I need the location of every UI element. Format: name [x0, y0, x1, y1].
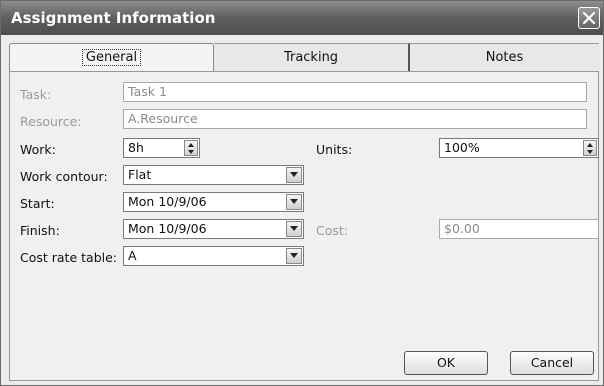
- finish-date-select[interactable]: Mon 10/9/06: [123, 219, 304, 239]
- tab-general[interactable]: General: [9, 43, 214, 71]
- dialog-title: Assignment Information: [11, 9, 216, 27]
- dropdown-button[interactable]: [286, 194, 302, 210]
- tab-notes-label: Notes: [485, 50, 524, 65]
- start-value: Mon 10/9/06: [128, 194, 207, 209]
- general-panel: Task: Task 1 Resource: A.Resource Work: …: [9, 71, 599, 381]
- task-label: Task:: [20, 87, 52, 102]
- spin-down-icon: [188, 150, 194, 154]
- title-bar: Assignment Information: [1, 1, 603, 35]
- units-value: 100%: [444, 140, 480, 155]
- work-contour-label: Work contour:: [20, 169, 108, 184]
- tab-strip: General Tracking Notes: [9, 43, 599, 71]
- units-input[interactable]: 100%: [439, 138, 599, 158]
- ok-button[interactable]: OK: [404, 351, 488, 375]
- cost-rate-table-value: A: [128, 248, 137, 263]
- tab-general-label: General: [81, 49, 142, 66]
- work-spinner[interactable]: [184, 140, 198, 156]
- close-button[interactable]: [578, 7, 600, 29]
- work-contour-select[interactable]: Flat: [123, 165, 304, 185]
- units-label: Units:: [316, 142, 353, 157]
- chevron-down-icon: [290, 253, 298, 258]
- start-label: Start:: [20, 196, 55, 211]
- assignment-information-dialog: Assignment Information General Tracking …: [0, 0, 604, 386]
- chevron-down-icon: [290, 172, 298, 177]
- work-label: Work:: [20, 142, 56, 157]
- task-field: Task 1: [123, 82, 587, 102]
- finish-label: Finish:: [20, 223, 60, 238]
- cost-rate-table-label: Cost rate table:: [20, 250, 117, 265]
- tab-tracking-label: Tracking: [283, 50, 339, 65]
- cost-field: $0.00: [439, 219, 599, 239]
- finish-value: Mon 10/9/06: [128, 221, 207, 236]
- units-spinner[interactable]: [583, 140, 597, 156]
- tab-notes[interactable]: Notes: [410, 43, 599, 71]
- cancel-button[interactable]: Cancel: [510, 351, 594, 375]
- work-value: 8h: [128, 140, 144, 155]
- spin-up-icon: [587, 143, 593, 147]
- work-contour-value: Flat: [128, 167, 152, 182]
- spin-down-icon: [587, 150, 593, 154]
- chevron-down-icon: [290, 199, 298, 204]
- resource-label: Resource:: [20, 114, 82, 129]
- close-icon: [582, 11, 596, 25]
- dropdown-button[interactable]: [286, 221, 302, 237]
- work-input[interactable]: 8h: [123, 138, 200, 158]
- dropdown-button[interactable]: [286, 167, 302, 183]
- cost-rate-table-select[interactable]: A: [123, 246, 304, 266]
- start-date-select[interactable]: Mon 10/9/06: [123, 192, 304, 212]
- dropdown-button[interactable]: [286, 248, 302, 264]
- cost-label: Cost:: [316, 223, 349, 238]
- chevron-down-icon: [290, 226, 298, 231]
- tab-tracking[interactable]: Tracking: [214, 43, 410, 71]
- spin-up-icon: [188, 143, 194, 147]
- resource-field: A.Resource: [123, 109, 587, 129]
